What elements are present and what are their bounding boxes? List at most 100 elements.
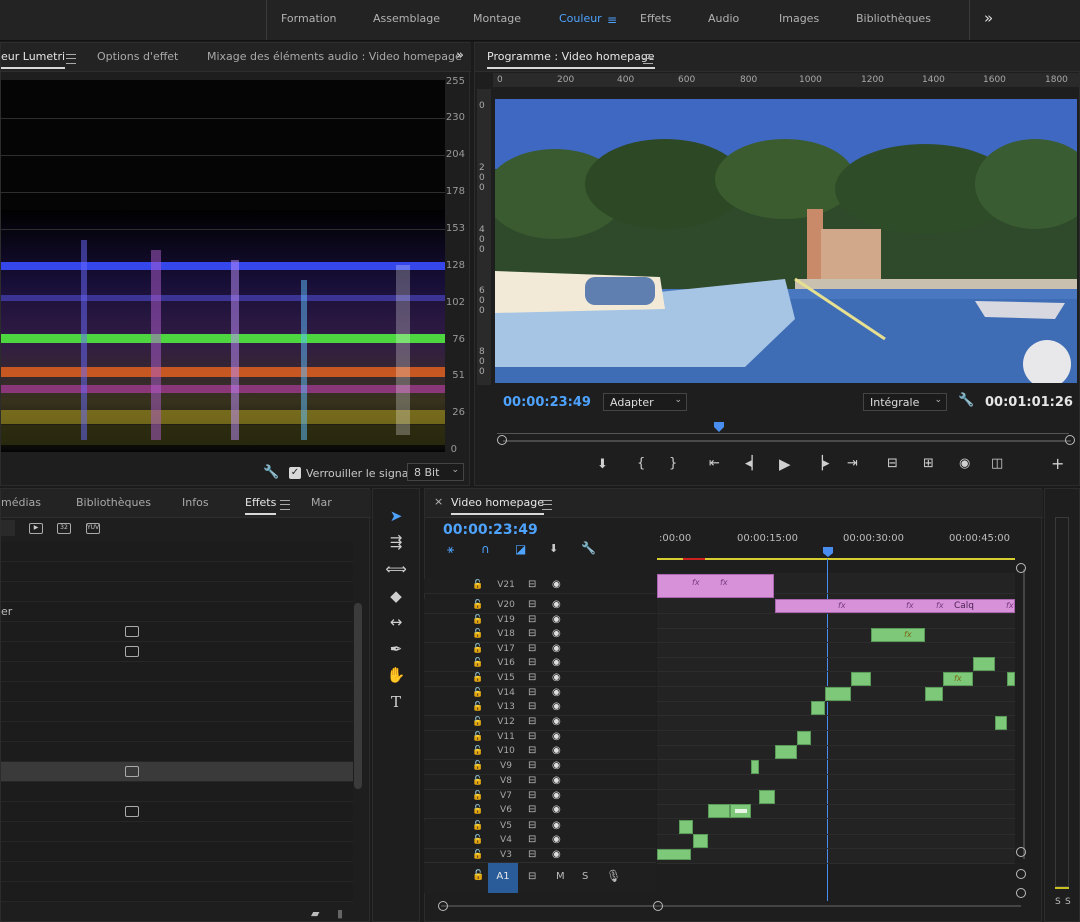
track-label[interactable]: V5 xyxy=(494,821,518,831)
zoom-fit-select[interactable]: Adapter ⌄ xyxy=(603,393,687,411)
add-marker-icon[interactable]: ⬇ xyxy=(549,542,558,555)
scroll-handle[interactable] xyxy=(1016,888,1026,898)
playhead-marker-icon[interactable] xyxy=(713,421,725,433)
extract-icon[interactable]: ⊞ xyxy=(923,456,934,471)
play-icon[interactable]: ▶ xyxy=(779,455,791,473)
tab-markers[interactable]: Mar xyxy=(311,496,332,509)
lock-icon[interactable]: 🔓 xyxy=(472,835,483,845)
eye-icon[interactable]: ◉ xyxy=(552,775,561,786)
workspace-tab-images[interactable]: Images xyxy=(779,12,819,25)
list-item[interactable] xyxy=(1,842,353,862)
add-marker-icon[interactable]: ⬇ xyxy=(597,457,608,472)
workspace-tab-audio[interactable]: Audio xyxy=(708,12,739,25)
toggle-sync-lock-icon[interactable]: ⊟ xyxy=(528,643,536,654)
list-item[interactable] xyxy=(1,702,353,722)
eye-icon[interactable]: ◉ xyxy=(552,579,561,590)
workspace-tab-effets[interactable]: Effets xyxy=(640,12,671,25)
toggle-sync-lock-icon[interactable]: ⊟ xyxy=(528,849,536,860)
scrollbar-thumb[interactable] xyxy=(354,603,362,789)
comparison-view-icon[interactable]: ◫ xyxy=(991,456,1003,471)
navigator-handle-right[interactable] xyxy=(1065,435,1075,445)
slip-tool-icon[interactable]: ↔ xyxy=(384,611,408,633)
video-clip[interactable] xyxy=(851,672,871,686)
eye-icon[interactable]: ◉ xyxy=(552,672,561,683)
panel-menu-icon[interactable] xyxy=(542,500,552,510)
list-item[interactable] xyxy=(1,862,353,882)
video-clip[interactable] xyxy=(973,657,995,671)
timeline-current-timecode[interactable]: 00:00:23:49 xyxy=(443,522,538,538)
video-clip[interactable]: fx xyxy=(871,628,925,642)
list-item[interactable] xyxy=(1,582,353,602)
video-clip[interactable] xyxy=(825,687,851,701)
workspace-tab-couleur[interactable]: Couleur xyxy=(559,12,602,25)
lock-icon[interactable]: 🔓 xyxy=(472,761,483,771)
track-label[interactable]: V21 xyxy=(494,580,518,590)
snap-icon[interactable]: ∩ xyxy=(481,542,490,556)
new-folder-icon[interactable]: ▰ xyxy=(311,907,319,920)
trash-icon[interactable]: ▮ xyxy=(337,907,343,920)
sequence-tab[interactable]: Video homepage xyxy=(451,496,544,515)
toggle-sync-lock-icon[interactable]: ⊟ xyxy=(528,745,536,756)
export-frame-icon[interactable]: ◉ xyxy=(959,456,970,471)
list-item[interactable] xyxy=(1,662,353,682)
toggle-sync-lock-icon[interactable]: ⊟ xyxy=(528,599,536,610)
video-clip[interactable] xyxy=(693,834,708,848)
track-label[interactable]: V7 xyxy=(494,791,518,801)
scroll-handle[interactable] xyxy=(653,901,663,911)
list-item[interactable] xyxy=(1,802,353,822)
toggle-sync-lock-icon[interactable]: ⊟ xyxy=(528,628,536,639)
overflow-chevron-icon[interactable]: » xyxy=(456,48,464,63)
wrench-icon[interactable]: 🔧 xyxy=(581,541,596,555)
eye-icon[interactable]: ◉ xyxy=(552,614,561,625)
navigator-bar[interactable] xyxy=(503,440,1071,442)
lock-icon[interactable]: 🔓 xyxy=(472,702,483,712)
list-item[interactable] xyxy=(1,562,353,582)
lock-icon[interactable]: 🔓 xyxy=(472,746,483,756)
toggle-sync-lock-icon[interactable]: ⊟ xyxy=(528,775,536,786)
video-clip[interactable] xyxy=(708,804,730,818)
scroll-handle[interactable] xyxy=(1016,563,1026,573)
track-label[interactable]: V4 xyxy=(494,835,518,845)
toggle-sync-lock-icon[interactable]: ⊟ xyxy=(528,687,536,698)
eye-icon[interactable]: ◉ xyxy=(552,643,561,654)
overflow-chevron-icon[interactable]: » xyxy=(984,9,993,27)
track-label[interactable]: V3 xyxy=(494,850,518,860)
razor-tool-icon[interactable]: ◆ xyxy=(384,585,408,607)
list-item[interactable] xyxy=(1,782,353,802)
vertical-scrollbar[interactable] xyxy=(1023,569,1025,859)
track-label[interactable]: V20 xyxy=(494,600,518,610)
toggle-sync-lock-icon[interactable]: ⊟ xyxy=(528,804,536,815)
toggle-sync-lock-icon[interactable]: ⊟ xyxy=(528,731,536,742)
lock-icon[interactable]: 🔓 xyxy=(472,629,483,639)
lock-icon[interactable]: 🔓 xyxy=(472,644,483,654)
microphone-icon[interactable]: 🎙 xyxy=(606,869,621,883)
solo-left-button[interactable]: S xyxy=(1055,897,1061,907)
mute-button[interactable]: M xyxy=(556,871,565,882)
lock-icon[interactable]: 🔓 xyxy=(472,791,483,801)
go-to-in-icon[interactable]: ⇤ xyxy=(709,456,720,471)
navigator-handle-left[interactable] xyxy=(497,435,507,445)
track-label[interactable]: V14 xyxy=(494,688,518,698)
eye-icon[interactable]: ◉ xyxy=(552,716,561,727)
wrench-icon[interactable]: 🔧 xyxy=(958,393,974,408)
pen-tool-icon[interactable]: ✒ xyxy=(384,638,408,660)
toggle-sync-lock-icon[interactable]: ⊟ xyxy=(528,820,536,831)
workspace-tab-bibliotheques[interactable]: Bibliothèques xyxy=(856,12,931,25)
adjustment-clip[interactable]: fx fx fx Calq fx xyxy=(775,599,1015,613)
track-label[interactable]: V12 xyxy=(494,717,518,727)
scroll-handle[interactable] xyxy=(438,901,448,911)
accelerated-effects-icon[interactable]: ▶ xyxy=(29,523,43,534)
track-label[interactable]: V19 xyxy=(494,615,518,625)
linked-selection-icon[interactable]: ◪ xyxy=(515,542,526,556)
solo-button[interactable]: S xyxy=(582,871,588,882)
eye-icon[interactable]: ◉ xyxy=(552,790,561,801)
lock-icon[interactable]: 🔓 xyxy=(472,870,484,881)
tab-lumetri-scopes[interactable]: eur Lumetri xyxy=(1,50,66,69)
program-monitor-title[interactable]: Programme : Video homepage xyxy=(487,50,655,69)
eye-icon[interactable]: ◉ xyxy=(552,745,561,756)
video-clip[interactable]: fx xyxy=(943,672,973,686)
lock-icon[interactable]: 🔓 xyxy=(472,658,483,668)
track-label[interactable]: V13 xyxy=(494,702,518,712)
eye-icon[interactable]: ◉ xyxy=(552,834,561,845)
playhead-handle-icon[interactable] xyxy=(822,546,834,558)
